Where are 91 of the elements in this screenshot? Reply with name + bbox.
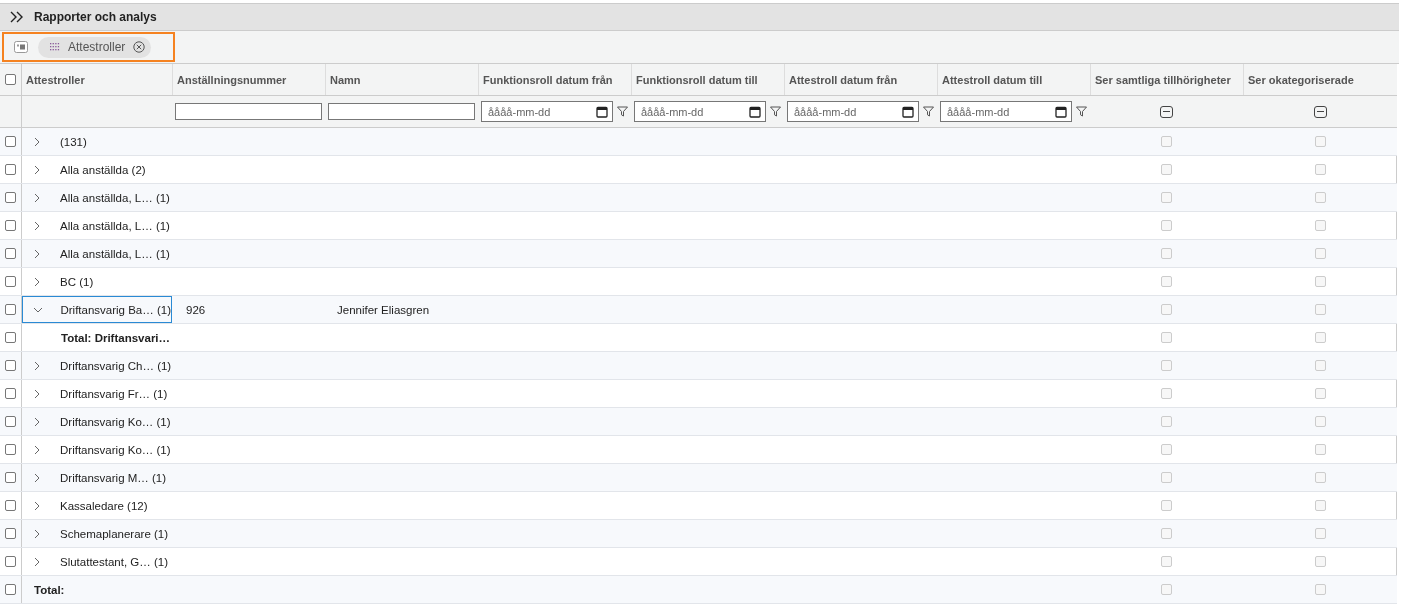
chevron-right-icon[interactable] xyxy=(32,360,42,371)
group-cell[interactable]: Driftansvarig Ko… (1) xyxy=(22,436,172,463)
date-field[interactable]: åååå-mm-dd xyxy=(940,101,1072,122)
group-cell[interactable]: Alla anställda (2) xyxy=(22,156,172,183)
row-checkbox[interactable] xyxy=(5,248,16,259)
table-row[interactable]: (131) xyxy=(0,128,1397,156)
column-header[interactable]: Anställningsnummer xyxy=(177,73,287,86)
group-cell[interactable]: Driftansvarig M… (1) xyxy=(22,464,172,491)
date-field[interactable]: åååå-mm-dd xyxy=(481,101,613,122)
calendar-icon[interactable] xyxy=(1055,105,1067,118)
table-row[interactable]: Driftansvarig Ch… (1) xyxy=(0,352,1397,380)
filter-icon[interactable] xyxy=(770,106,781,117)
group-cell[interactable]: BC (1) xyxy=(22,268,172,295)
table-row[interactable]: Schemaplanerare (1) xyxy=(0,520,1397,548)
row-checkbox[interactable] xyxy=(5,528,16,539)
row-checkbox[interactable] xyxy=(5,416,16,427)
filter-icon[interactable] xyxy=(923,106,934,117)
date-field[interactable]: åååå-mm-dd xyxy=(634,101,766,122)
table-row[interactable]: Alla anställda, L… (1) xyxy=(0,240,1397,268)
chevron-right-icon[interactable] xyxy=(32,556,42,567)
group-chip[interactable]: Attestroller xyxy=(38,36,152,58)
row-checkbox[interactable] xyxy=(5,164,16,175)
group-panel-icon[interactable] xyxy=(14,41,28,53)
column-header[interactable]: Attestroll datum till xyxy=(942,73,1043,86)
row-checkbox[interactable] xyxy=(5,556,16,567)
column-header[interactable]: Funktionsroll datum från xyxy=(483,73,613,86)
row-checkbox[interactable] xyxy=(5,136,16,147)
row-checkbox[interactable] xyxy=(5,500,16,511)
date-field[interactable]: åååå-mm-dd xyxy=(787,101,919,122)
chevron-right-icon[interactable] xyxy=(32,388,42,399)
row-checkbox[interactable] xyxy=(5,584,16,595)
chevron-right-icon[interactable] xyxy=(32,500,42,511)
row-checkbox[interactable] xyxy=(5,388,16,399)
chevron-right-icon[interactable] xyxy=(32,444,42,455)
chevron-right-icon[interactable] xyxy=(32,248,42,259)
group-cell[interactable]: Kassaledare (12) xyxy=(22,492,172,519)
row-checkbox[interactable] xyxy=(5,220,16,231)
total-label: Total: xyxy=(33,583,65,596)
row-checkbox[interactable] xyxy=(5,444,16,455)
column-header[interactable]: Funktionsroll datum till xyxy=(636,73,758,86)
group-cell[interactable]: Driftansvarig Ba… (1) xyxy=(22,296,172,323)
chevron-right-icon[interactable] xyxy=(32,276,42,287)
column-header[interactable]: Attestroll datum från xyxy=(789,73,898,86)
filter-field[interactable] xyxy=(328,103,475,120)
group-cell[interactable]: Slutattestant, G… (1) xyxy=(22,548,172,575)
row-checkbox[interactable] xyxy=(5,276,16,287)
row-checkbox[interactable] xyxy=(5,192,16,203)
chevron-right-icon[interactable] xyxy=(32,416,42,427)
calendar-icon[interactable] xyxy=(596,105,608,118)
table-row[interactable]: Driftansvarig Ko… (1) xyxy=(0,408,1397,436)
total-label: Total: Driftansvari… xyxy=(60,331,171,344)
table-row[interactable]: Driftansvarig Ba… (1) 926 Jennifer Eliasgren xyxy=(0,296,1397,324)
group-cell[interactable]: Driftansvarig Fr… (1) xyxy=(22,380,172,407)
group-cell[interactable]: (131) xyxy=(22,128,172,155)
column-header[interactable]: Ser samtliga tillhörigheter xyxy=(1095,73,1231,86)
chevron-right-icon[interactable] xyxy=(32,528,42,539)
row-checkbox[interactable] xyxy=(5,360,16,371)
filter-field[interactable] xyxy=(175,103,322,120)
row-checkbox[interactable] xyxy=(5,472,16,483)
column-header[interactable]: Namn xyxy=(330,73,361,86)
group-cell[interactable]: Alla anställda, L… (1) xyxy=(22,184,172,211)
table-cell-text: 926 xyxy=(185,303,206,316)
chevron-right-icon[interactable] xyxy=(32,164,42,175)
chevron-right-icon[interactable] xyxy=(32,192,42,203)
column-header[interactable]: Attestroller xyxy=(26,73,85,86)
drag-handle-icon[interactable] xyxy=(50,43,60,51)
calendar-icon[interactable] xyxy=(902,105,914,118)
group-cell[interactable]: Schemaplanerare (1) xyxy=(22,520,172,547)
chevron-right-icon[interactable] xyxy=(32,472,42,483)
table-row[interactable]: Driftansvarig M… (1) xyxy=(0,464,1397,492)
page-title: Rapporter och analys xyxy=(34,10,157,24)
group-cell[interactable]: Driftansvarig Ko… (1) xyxy=(22,408,172,435)
filter-checkbox[interactable] xyxy=(1160,105,1173,118)
table-cell-text: Jennifer Eliasgren xyxy=(336,303,430,316)
filter-icon[interactable] xyxy=(1076,106,1087,117)
expand-icon[interactable] xyxy=(10,11,24,23)
calendar-icon[interactable] xyxy=(749,105,761,118)
chevron-right-icon[interactable] xyxy=(32,136,42,147)
remove-icon[interactable] xyxy=(133,41,146,53)
filter-icon[interactable] xyxy=(617,106,628,117)
row-checkbox[interactable] xyxy=(5,304,16,315)
group-cell[interactable]: Driftansvarig Ch… (1) xyxy=(22,352,172,379)
table-row[interactable]: Alla anställda, L… (1) xyxy=(0,184,1397,212)
row-checkbox[interactable] xyxy=(5,332,16,343)
group-cell[interactable]: Alla anställda, L… (1) xyxy=(22,212,172,239)
group-cell[interactable]: Alla anställda, L… (1) xyxy=(22,240,172,267)
select-all-checkbox[interactable] xyxy=(5,74,16,85)
table-row[interactable]: Total: xyxy=(0,576,1397,604)
chevron-right-icon[interactable] xyxy=(32,220,42,231)
column-header[interactable]: Ser okategoriserade xyxy=(1248,73,1354,86)
filter-checkbox[interactable] xyxy=(1313,105,1327,118)
